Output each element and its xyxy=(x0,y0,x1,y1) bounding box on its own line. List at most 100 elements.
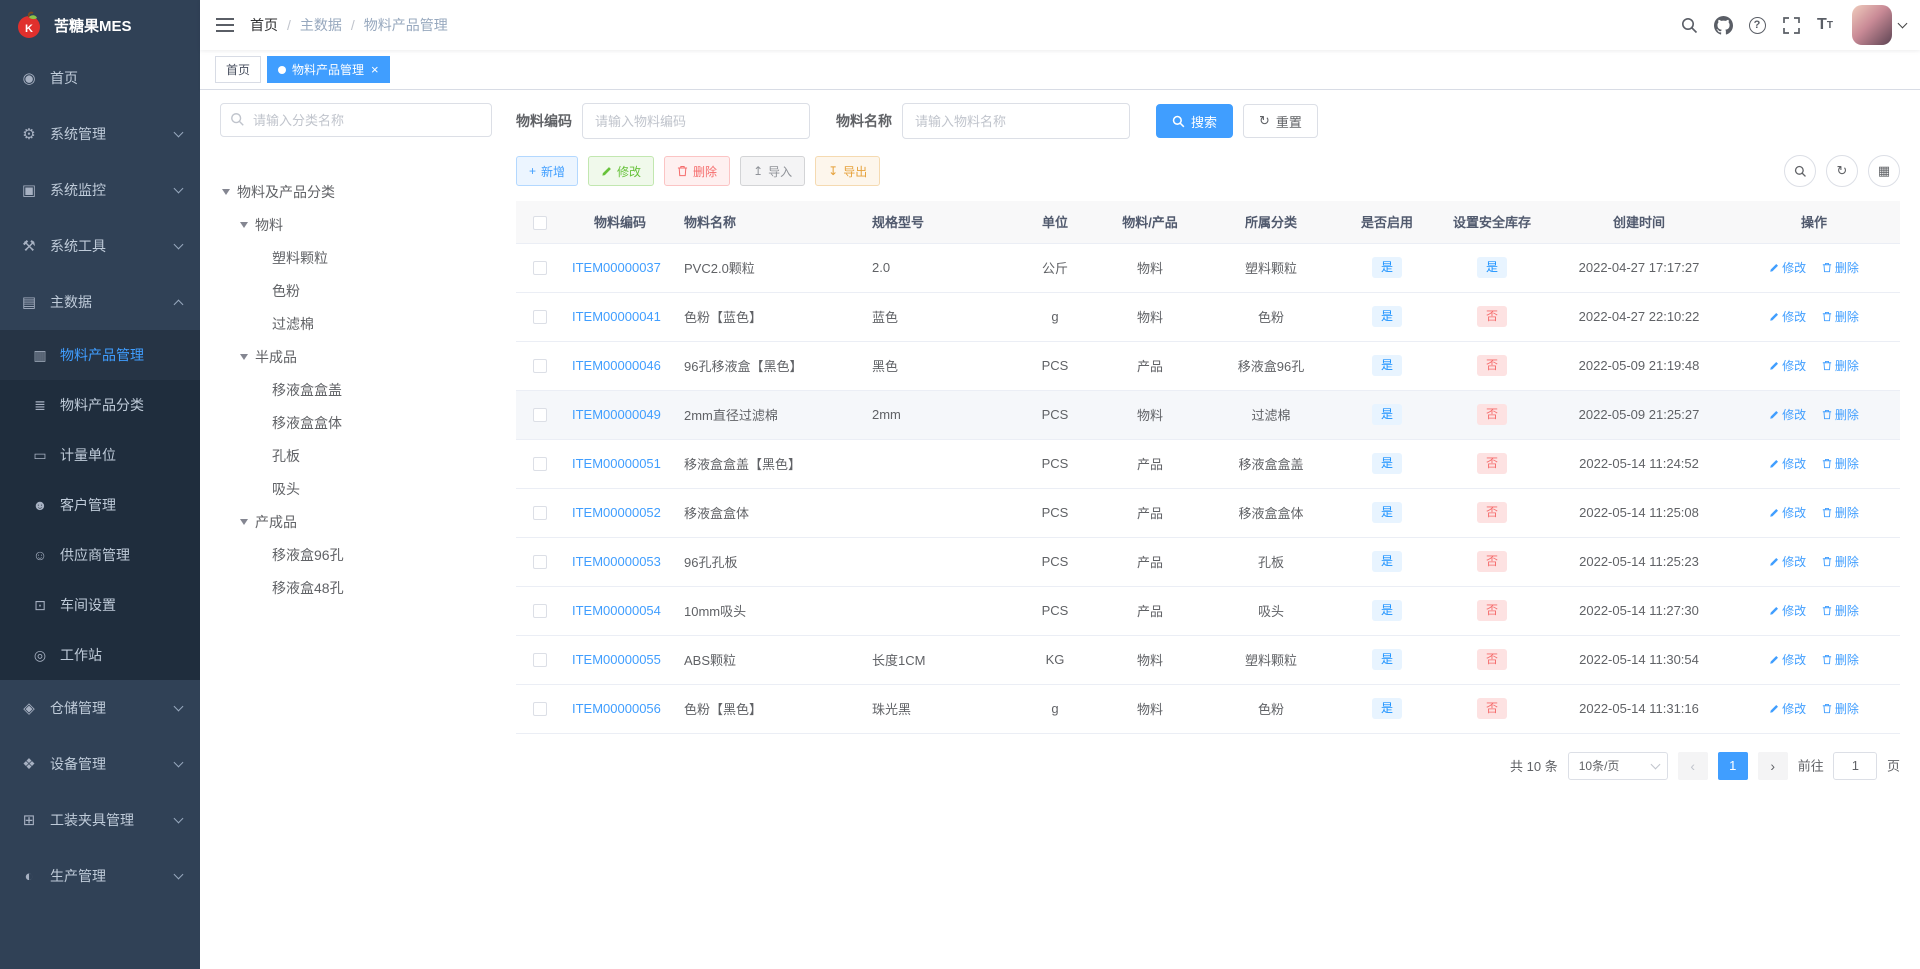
row-checkbox[interactable] xyxy=(533,506,547,521)
tree-node-leaf[interactable]: 塑料颗粒 xyxy=(220,241,492,274)
tree-node-leaf[interactable]: 色粉 xyxy=(220,274,492,307)
sidebar-item-master-data[interactable]: ▤ 主数据 xyxy=(0,274,200,330)
tree-node-leaf[interactable]: 移液盒盒体 xyxy=(220,406,492,439)
material-code-link[interactable]: ITEM00000056 xyxy=(572,701,661,716)
next-page-button[interactable]: › xyxy=(1757,751,1788,780)
page-button-1[interactable]: 1 xyxy=(1717,751,1748,780)
tree-node-leaf[interactable]: 移液盒盒盖 xyxy=(220,373,492,406)
row-edit-link[interactable]: 修改 xyxy=(1769,602,1806,619)
avatar[interactable] xyxy=(1852,5,1892,45)
row-checkbox[interactable] xyxy=(533,359,547,374)
sidebar-item-fixtures[interactable]: ⊞ 工装夹具管理 xyxy=(0,792,200,848)
tree-node-group[interactable]: 产成品 xyxy=(220,505,492,538)
row-delete-link[interactable]: 删除 xyxy=(1822,406,1859,423)
category-search-input[interactable] xyxy=(220,103,492,137)
material-code-link[interactable]: ITEM00000053 xyxy=(572,554,661,569)
row-edit-link[interactable]: 修改 xyxy=(1769,504,1806,521)
row-delete-link[interactable]: 删除 xyxy=(1822,700,1859,717)
material-code-link[interactable]: ITEM00000041 xyxy=(572,309,661,324)
tree-node-leaf[interactable]: 移液盒96孔 xyxy=(220,538,492,571)
refresh-icon[interactable]: ↻ xyxy=(1826,155,1858,187)
import-button[interactable]: ↥ 导入 xyxy=(740,156,806,186)
user-menu[interactable] xyxy=(1852,5,1908,45)
sidebar-subitem[interactable]: ≣ 物料产品分类 xyxy=(0,380,200,430)
row-delete-link[interactable]: 删除 xyxy=(1822,357,1859,374)
tree-node-leaf[interactable]: 吸头 xyxy=(220,472,492,505)
tree-node-group[interactable]: 物料 xyxy=(220,208,492,241)
sidebar-subitem[interactable]: ▥ 物料产品管理 xyxy=(0,330,200,380)
sidebar-item-production[interactable]: ◐ 生产管理 xyxy=(0,848,200,904)
row-checkbox[interactable] xyxy=(533,555,547,570)
sidebar-item-system-monitor[interactable]: ▣ 系统监控 xyxy=(0,162,200,218)
row-checkbox[interactable] xyxy=(533,310,547,325)
github-icon[interactable] xyxy=(1708,0,1738,50)
row-delete-link[interactable]: 删除 xyxy=(1822,308,1859,325)
sidebar-subitem[interactable]: ☺ 供应商管理 xyxy=(0,530,200,580)
brand[interactable]: K 苦糖果MES xyxy=(0,0,200,50)
reset-button[interactable]: ↻ 重置 xyxy=(1243,104,1318,138)
row-delete-link[interactable]: 删除 xyxy=(1822,553,1859,570)
row-edit-link[interactable]: 修改 xyxy=(1769,308,1806,325)
material-code-link[interactable]: ITEM00000049 xyxy=(572,407,661,422)
row-delete-link[interactable]: 删除 xyxy=(1822,504,1859,521)
select-all-checkbox[interactable] xyxy=(533,215,547,230)
sidebar-subitem[interactable]: ▭ 计量单位 xyxy=(0,430,200,480)
material-code-link[interactable]: ITEM00000054 xyxy=(572,603,661,618)
row-checkbox[interactable] xyxy=(533,702,547,717)
row-delete-link[interactable]: 删除 xyxy=(1822,455,1859,472)
material-code-input[interactable] xyxy=(582,103,810,139)
prev-page-button[interactable]: ‹ xyxy=(1677,751,1708,780)
page-size-select[interactable]: 10条/页 xyxy=(1567,751,1668,780)
row-edit-link[interactable]: 修改 xyxy=(1769,553,1806,570)
tab-home[interactable]: 首页 xyxy=(215,56,262,83)
search-icon[interactable] xyxy=(1674,0,1704,50)
material-code-link[interactable]: ITEM00000055 xyxy=(572,652,661,667)
edit-button[interactable]: 修改 xyxy=(588,156,655,186)
row-edit-link[interactable]: 修改 xyxy=(1769,455,1806,472)
material-code-link[interactable]: ITEM00000052 xyxy=(572,505,661,520)
row-checkbox[interactable] xyxy=(533,604,547,619)
sidebar-subitem[interactable]: ◎ 工作站 xyxy=(0,630,200,680)
help-icon[interactable]: ? xyxy=(1742,0,1772,50)
row-edit-link[interactable]: 修改 xyxy=(1769,651,1806,668)
row-edit-link[interactable]: 修改 xyxy=(1769,700,1806,717)
close-icon[interactable]: × xyxy=(371,63,379,76)
sidebar-subitem[interactable]: ⊡ 车间设置 xyxy=(0,580,200,630)
tree-node-leaf[interactable]: 移液盒48孔 xyxy=(220,571,492,604)
sidebar-item-system-admin[interactable]: ⚙ 系统管理 xyxy=(0,106,200,162)
sidebar-item-warehouse[interactable]: ◈ 仓储管理 xyxy=(0,680,200,736)
material-code-link[interactable]: ITEM00000051 xyxy=(572,456,661,471)
row-checkbox[interactable] xyxy=(533,457,547,472)
tree-node-root[interactable]: 物料及产品分类 xyxy=(220,175,492,208)
sidebar-item-system-tools[interactable]: ⚒ 系统工具 xyxy=(0,218,200,274)
sidebar-subitem[interactable]: ☻ 客户管理 xyxy=(0,480,200,530)
tab-material-product[interactable]: 物料产品管理 × xyxy=(267,56,390,83)
delete-button[interactable]: 删除 xyxy=(664,156,731,186)
font-size-icon[interactable]: TT xyxy=(1810,0,1840,50)
row-checkbox[interactable] xyxy=(533,408,547,423)
row-edit-link[interactable]: 修改 xyxy=(1769,259,1806,276)
add-button[interactable]: + 新增 xyxy=(516,156,579,186)
material-code-link[interactable]: ITEM00000037 xyxy=(572,260,661,275)
row-delete-link[interactable]: 删除 xyxy=(1822,259,1859,276)
breadcrumb-home[interactable]: 首页 xyxy=(250,15,278,35)
row-edit-link[interactable]: 修改 xyxy=(1769,357,1806,374)
toggle-search-icon[interactable] xyxy=(1784,155,1816,187)
material-name-input[interactable] xyxy=(902,103,1130,139)
search-button[interactable]: 搜索 xyxy=(1156,104,1234,138)
row-checkbox[interactable] xyxy=(533,261,547,276)
sidebar-item-equipment[interactable]: ❖ 设备管理 xyxy=(0,736,200,792)
hamburger-icon[interactable] xyxy=(200,0,250,50)
tree-node-leaf[interactable]: 孔板 xyxy=(220,439,492,472)
columns-grid-icon[interactable]: ▦ xyxy=(1868,155,1900,187)
tree-node-leaf[interactable]: 过滤棉 xyxy=(220,307,492,340)
row-delete-link[interactable]: 删除 xyxy=(1822,602,1859,619)
row-checkbox[interactable] xyxy=(533,653,547,668)
row-edit-link[interactable]: 修改 xyxy=(1769,406,1806,423)
sidebar-item-home[interactable]: ◉ 首页 xyxy=(0,50,200,106)
material-code-link[interactable]: ITEM00000046 xyxy=(572,358,661,373)
export-button[interactable]: ↧ 导出 xyxy=(815,156,881,186)
row-delete-link[interactable]: 删除 xyxy=(1822,651,1859,668)
tree-node-group[interactable]: 半成品 xyxy=(220,340,492,373)
fullscreen-icon[interactable] xyxy=(1776,0,1806,50)
